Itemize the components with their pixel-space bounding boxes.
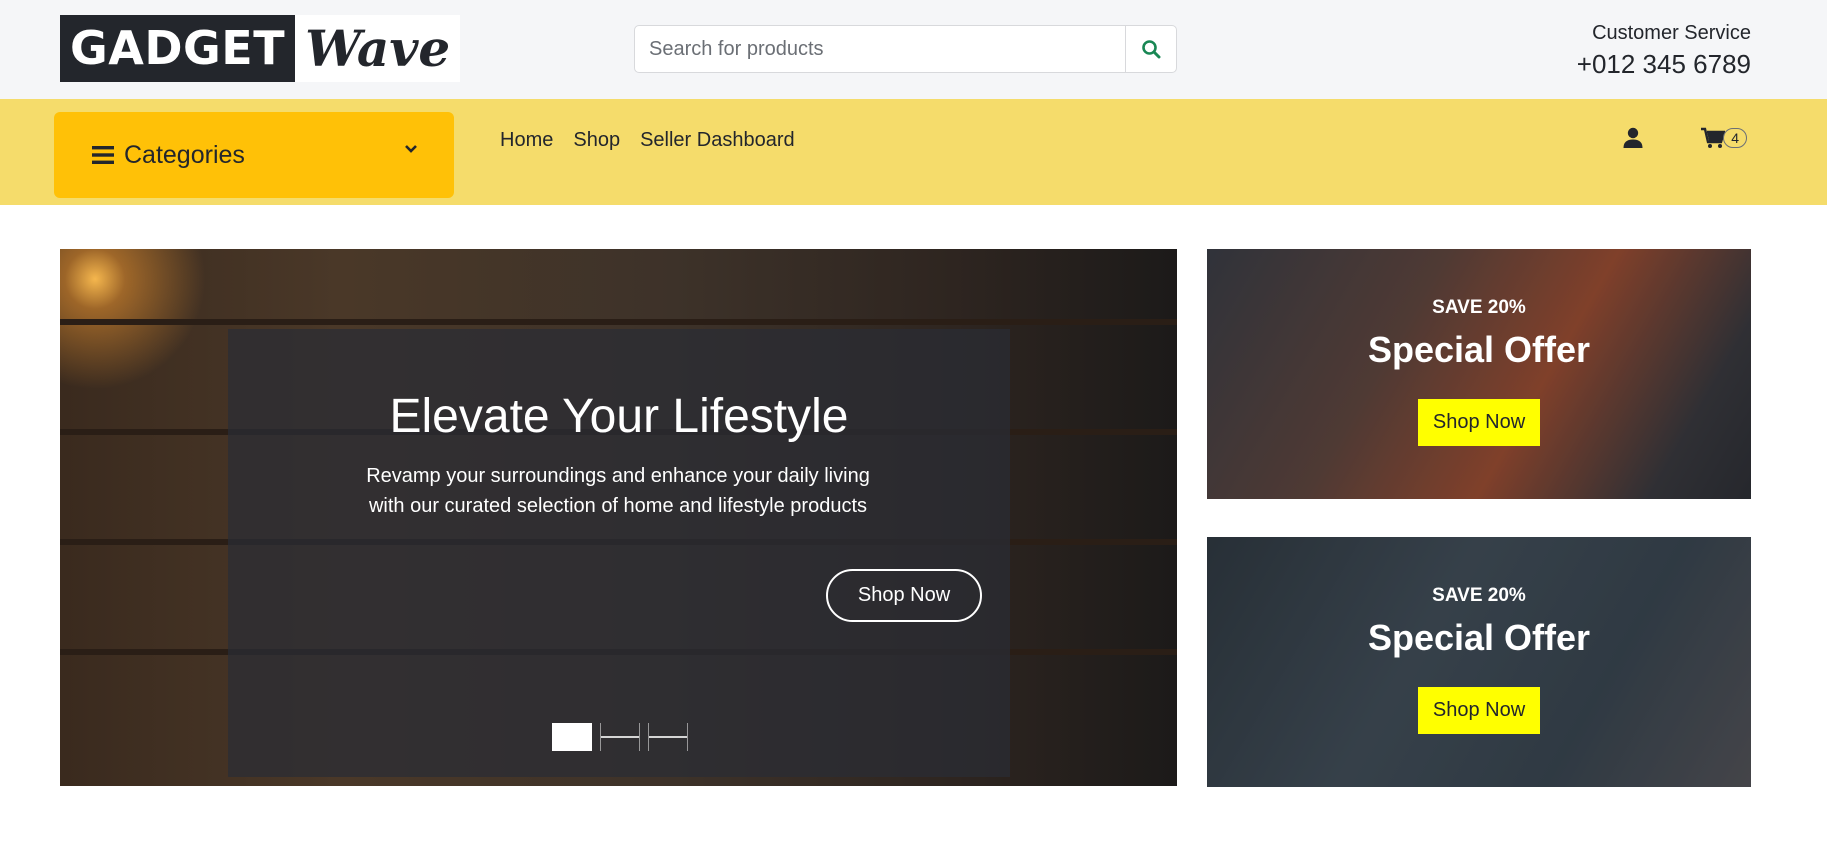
customer-service: Customer Service +012 345 6789 xyxy=(1577,22,1751,80)
offer-subtitle: SAVE 20% xyxy=(1432,585,1526,606)
search-bar xyxy=(634,25,1177,73)
hero-shop-now-button[interactable]: Shop Now xyxy=(826,569,982,622)
offer-overlay xyxy=(1207,249,1751,499)
nav-link-shop[interactable]: Shop xyxy=(573,129,620,152)
nav-link-home[interactable]: Home xyxy=(500,129,553,152)
hero-caption: Elevate Your Lifestyle Revamp your surro… xyxy=(228,329,1010,777)
offer-title: Special Offer xyxy=(1367,617,1591,658)
logo-part-1: GADGET xyxy=(60,15,296,82)
search-icon xyxy=(1142,40,1161,59)
nav-link-seller-dashboard[interactable]: Seller Dashboard xyxy=(640,129,795,152)
customer-service-phone: +012 345 6789 xyxy=(1576,49,1751,79)
cart-button[interactable]: 4 xyxy=(1701,127,1747,149)
categories-label: Categories xyxy=(124,140,245,169)
logo[interactable]: GADGET Wave xyxy=(60,15,461,82)
search-input[interactable] xyxy=(635,26,1125,72)
background-shelf xyxy=(60,319,1177,325)
offer-subtitle: SAVE 20% xyxy=(1432,297,1526,318)
carousel-indicator-2[interactable] xyxy=(600,723,640,751)
offer-overlay xyxy=(1207,537,1751,787)
nav-icons: 4 xyxy=(1623,127,1747,149)
logo-part-2: Wave xyxy=(295,15,461,82)
customer-service-label: Customer Service xyxy=(1592,22,1751,44)
cart-count-badge: 4 xyxy=(1723,128,1747,148)
categories-dropdown[interactable]: Categories xyxy=(54,112,454,198)
carousel-indicators xyxy=(552,723,688,751)
user-icon[interactable] xyxy=(1623,127,1643,149)
offer-shop-now-button[interactable]: Shop Now xyxy=(1418,687,1540,734)
hero-carousel: Elevate Your Lifestyle Revamp your surro… xyxy=(60,249,1177,786)
top-bar: GADGET Wave Customer Service +012 345 67… xyxy=(0,0,1827,99)
search-button[interactable] xyxy=(1125,26,1176,72)
hero-title: Elevate Your Lifestyle xyxy=(389,390,849,443)
offer-title: Special Offer xyxy=(1367,329,1591,370)
nav-links: Home Shop Seller Dashboard xyxy=(500,129,795,152)
chevron-down-icon xyxy=(405,145,417,153)
offer-card-1: SAVE 20% Special Offer Shop Now xyxy=(1207,249,1751,499)
carousel-indicator-3[interactable] xyxy=(648,723,688,751)
bars-icon xyxy=(92,146,114,164)
nav-bar: Categories Home Shop Seller Dashboard 4 xyxy=(0,99,1827,205)
hero-text: Revamp your surroundings and enhance you… xyxy=(366,465,870,517)
offer-shop-now-button[interactable]: Shop Now xyxy=(1418,399,1540,446)
offer-card-2: SAVE 20% Special Offer Shop Now xyxy=(1207,537,1751,787)
cart-icon xyxy=(1701,127,1726,148)
carousel-indicator-1[interactable] xyxy=(552,723,592,751)
